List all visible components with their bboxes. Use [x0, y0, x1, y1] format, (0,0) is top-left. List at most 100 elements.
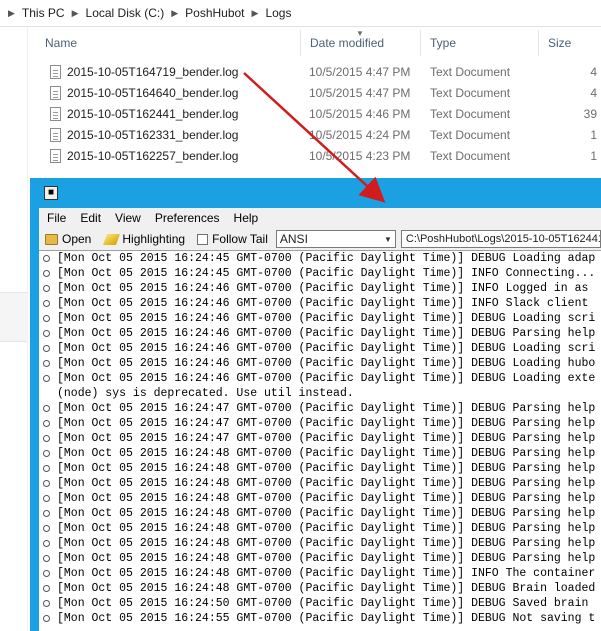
file-row[interactable]: 2015-10-05T162331_bender.log 10/5/2015 4… [36, 124, 601, 145]
chevron-right-icon[interactable]: ▶ [72, 8, 79, 19]
log-line[interactable]: [Mon Oct 05 2015 16:24:48 GMT-0700 (Paci… [39, 536, 601, 551]
breadcrumb-poshhubot[interactable]: PoshHubot [185, 6, 244, 20]
log-marker-icon [43, 435, 50, 442]
menu-edit[interactable]: Edit [80, 211, 101, 225]
file-name: 2015-10-05T162441_bender.log [67, 106, 239, 121]
file-row[interactable]: 2015-10-05T162257_bender.log 10/5/2015 4… [36, 145, 601, 166]
column-name[interactable]: Name [36, 30, 301, 56]
column-type[interactable]: Type [421, 30, 539, 56]
log-marker-icon [43, 405, 50, 412]
file-name: 2015-10-05T162257_bender.log [67, 148, 239, 163]
log-marker-icon [43, 360, 50, 367]
log-line-text: [Mon Oct 05 2015 16:24:48 GMT-0700 (Paci… [57, 462, 596, 475]
log-line[interactable]: [Mon Oct 05 2015 16:24:46 GMT-0700 (Paci… [39, 326, 601, 341]
follow-tail-label: Follow Tail [212, 232, 268, 246]
log-line[interactable]: [Mon Oct 05 2015 16:24:48 GMT-0700 (Paci… [39, 551, 601, 566]
log-line-text: [Mon Oct 05 2015 16:24:46 GMT-0700 (Paci… [57, 342, 596, 355]
sort-descending-icon: ▼ [356, 29, 364, 38]
log-line[interactable]: [Mon Oct 05 2015 16:24:55 GMT-0700 (Paci… [39, 611, 601, 626]
file-type: Text Document [430, 148, 511, 163]
text-document-icon [50, 85, 61, 100]
menu-file[interactable]: File [47, 211, 66, 225]
open-button[interactable]: Open [45, 232, 91, 246]
log-line[interactable]: [Mon Oct 05 2015 16:24:48 GMT-0700 (Paci… [39, 506, 601, 521]
chevron-right-icon[interactable]: ▶ [252, 8, 259, 19]
file-row[interactable]: 2015-10-05T164640_bender.log 10/5/2015 4… [36, 82, 601, 103]
file-name: 2015-10-05T162331_bender.log [67, 127, 239, 142]
log-line[interactable]: [Mon Oct 05 2015 16:24:48 GMT-0700 (Paci… [39, 461, 601, 476]
log-viewer-window: ■ File Edit View Preferences Help Open H… [30, 178, 601, 631]
log-marker-icon [43, 510, 50, 517]
highlighting-button[interactable]: Highlighting [103, 232, 186, 246]
log-line[interactable]: [Mon Oct 05 2015 16:24:47 GMT-0700 (Paci… [39, 401, 601, 416]
highlighting-label: Highlighting [122, 232, 186, 246]
chevron-down-icon[interactable]: ▼ [384, 235, 392, 244]
log-line[interactable]: [Mon Oct 05 2015 16:24:46 GMT-0700 (Paci… [39, 371, 601, 386]
log-line[interactable]: [Mon Oct 05 2015 16:24:48 GMT-0700 (Paci… [39, 581, 601, 596]
breadcrumb-logs[interactable]: Logs [265, 6, 291, 20]
log-line[interactable]: [Mon Oct 05 2015 16:24:45 GMT-0700 (Paci… [39, 266, 601, 281]
log-line-text: [Mon Oct 05 2015 16:24:46 GMT-0700 (Paci… [57, 282, 589, 295]
log-marker-icon [43, 345, 50, 352]
checkbox-unchecked-icon[interactable] [197, 233, 209, 245]
menu-view[interactable]: View [115, 211, 141, 225]
log-line-text: [Mon Oct 05 2015 16:24:45 GMT-0700 (Paci… [57, 267, 596, 280]
log-marker-icon [43, 390, 50, 397]
column-date-label: Date modified [310, 36, 385, 50]
log-line-text: [Mon Oct 05 2015 16:24:45 GMT-0700 (Paci… [57, 252, 596, 265]
menu-help[interactable]: Help [234, 211, 259, 225]
log-marker-icon [43, 330, 50, 337]
log-line[interactable]: [Mon Oct 05 2015 16:24:45 GMT-0700 (Paci… [39, 251, 601, 266]
log-line[interactable]: [Mon Oct 05 2015 16:24:47 GMT-0700 (Paci… [39, 431, 601, 446]
log-line-text: [Mon Oct 05 2015 16:24:47 GMT-0700 (Paci… [57, 402, 596, 415]
log-line[interactable]: [Mon Oct 05 2015 16:24:47 GMT-0700 (Paci… [39, 416, 601, 431]
system-menu-icon[interactable]: ■ [44, 186, 58, 200]
log-line[interactable]: [Mon Oct 05 2015 16:24:50 GMT-0700 (Paci… [39, 596, 601, 611]
pane-divider[interactable] [27, 27, 28, 631]
title-bar[interactable]: ■ [30, 178, 601, 208]
chevron-right-icon: ▶ [8, 7, 15, 18]
encoding-select[interactable]: ANSI ▼ [275, 230, 396, 248]
file-row[interactable]: 2015-10-05T164719_bender.log 10/5/2015 4… [36, 61, 601, 82]
log-line[interactable]: [Mon Oct 05 2015 16:24:48 GMT-0700 (Paci… [39, 491, 601, 506]
log-marker-icon [43, 465, 50, 472]
log-line-text: [Mon Oct 05 2015 16:24:48 GMT-0700 (Paci… [57, 537, 596, 550]
log-line-text: [Mon Oct 05 2015 16:24:47 GMT-0700 (Paci… [57, 417, 596, 430]
log-line-text: (node) sys is deprecated. Use util inste… [57, 387, 354, 400]
log-line[interactable]: [Mon Oct 05 2015 16:24:48 GMT-0700 (Paci… [39, 446, 601, 461]
breadcrumb-this-pc[interactable]: This PC [22, 6, 65, 20]
log-content[interactable]: [Mon Oct 05 2015 16:24:45 GMT-0700 (Paci… [39, 250, 601, 631]
follow-tail-checkbox[interactable]: Follow Tail [197, 232, 268, 246]
log-line[interactable]: [Mon Oct 05 2015 16:24:46 GMT-0700 (Paci… [39, 311, 601, 326]
log-line-text: [Mon Oct 05 2015 16:24:48 GMT-0700 (Paci… [57, 582, 596, 595]
log-marker-icon [43, 495, 50, 502]
log-line-text: [Mon Oct 05 2015 16:24:46 GMT-0700 (Paci… [57, 327, 596, 340]
breadcrumb-local-disk[interactable]: Local Disk (C:) [86, 6, 165, 20]
open-label: Open [62, 232, 92, 246]
menu-preferences[interactable]: Preferences [155, 211, 220, 225]
log-line-text: [Mon Oct 05 2015 16:24:50 GMT-0700 (Paci… [57, 597, 589, 610]
log-line[interactable]: [Mon Oct 05 2015 16:24:46 GMT-0700 (Paci… [39, 356, 601, 371]
log-line[interactable]: [Mon Oct 05 2015 16:24:46 GMT-0700 (Paci… [39, 296, 601, 311]
column-size[interactable]: Size [539, 30, 601, 56]
chevron-right-icon[interactable]: ▶ [171, 8, 178, 19]
file-row[interactable]: 2015-10-05T162441_bender.log 10/5/2015 4… [36, 103, 601, 124]
menu-bar: File Edit View Preferences Help [39, 208, 601, 228]
log-line[interactable]: (node) sys is deprecated. Use util inste… [39, 386, 601, 401]
log-line[interactable]: [Mon Oct 05 2015 16:24:48 GMT-0700 (Paci… [39, 566, 601, 581]
file-type: Text Document [430, 85, 511, 100]
log-line[interactable]: [Mon Oct 05 2015 16:24:46 GMT-0700 (Paci… [39, 341, 601, 356]
log-marker-icon [43, 450, 50, 457]
log-marker-icon [43, 585, 50, 592]
navigation-pane[interactable] [0, 27, 27, 631]
log-line[interactable]: [Mon Oct 05 2015 16:24:48 GMT-0700 (Paci… [39, 521, 601, 536]
breadcrumb[interactable]: ▶ This PC ▶ Local Disk (C:) ▶ PoshHubot … [0, 0, 601, 27]
file-path-field[interactable]: C:\PoshHubot\Logs\2015-10-05T162441_b [400, 230, 601, 248]
folder-open-icon [45, 233, 58, 245]
nav-selected-item[interactable] [0, 292, 27, 342]
column-date-modified[interactable]: ▼ Date modified [301, 29, 421, 56]
log-marker-icon [43, 600, 50, 607]
log-line[interactable]: [Mon Oct 05 2015 16:24:48 GMT-0700 (Paci… [39, 476, 601, 491]
log-line-text: [Mon Oct 05 2015 16:24:48 GMT-0700 (Paci… [57, 522, 596, 535]
log-line[interactable]: [Mon Oct 05 2015 16:24:46 GMT-0700 (Paci… [39, 281, 601, 296]
